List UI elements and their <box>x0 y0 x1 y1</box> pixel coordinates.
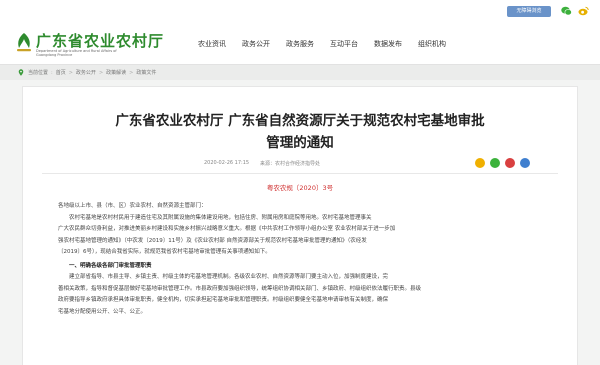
site-subtitle: Department of Agriculture and Rural Affa… <box>36 49 117 57</box>
section-1-line: 宅基地分配使用公开、公平、公正。 <box>58 308 147 315</box>
wechat-icon[interactable] <box>561 6 572 16</box>
site-header: 广东省农业农村厅 Department of Agriculture and R… <box>0 22 600 64</box>
paragraph-1-line: 〔2019〕6号），现结合我省实际，就规范我省农村宅基地审批管理有关事项通知如下… <box>58 249 271 255</box>
nav-item-gov-services[interactable]: 政务服务 <box>278 39 322 51</box>
paragraph-1-line: 强农村宅基地管理的通知》（中农发〔2019〕11号）及《农业农村部 自然资源部关… <box>58 237 367 244</box>
site-logo-icon[interactable] <box>14 31 34 53</box>
salutation: 各地级以上市、县（市、区）农业农村、自然资源主管部门： <box>58 203 207 209</box>
article-meta: 2020-02-26 17:15 来源：农村合作经济指导处 <box>0 158 600 168</box>
breadcrumb-bar: 当前位置 : 首页 > 政务公开 > 政策解读 > 政策文件 <box>0 64 600 80</box>
share-wechat-icon[interactable] <box>490 158 500 168</box>
share-qzone-icon[interactable] <box>475 158 485 168</box>
title-divider <box>42 173 558 174</box>
article-title: 广东省农业农村厅 广东省自然资源厅关于规范农村宅基地审批 管理的通知 <box>42 110 558 154</box>
nav-item-interaction[interactable]: 互动平台 <box>322 39 366 51</box>
breadcrumb-home[interactable]: 首页 <box>56 69 66 76</box>
breadcrumb-gov-affairs[interactable]: 政务公开 <box>76 69 96 76</box>
nav-item-gov-affairs[interactable]: 政务公开 <box>234 39 278 51</box>
share-weibo-icon[interactable] <box>505 158 515 168</box>
nav-item-data-release[interactable]: 数据发布 <box>366 39 410 51</box>
site-title[interactable]: 广东省农业农村厅 <box>36 30 164 51</box>
section-1-line: 政府要指导乡镇政府承担具体审批职责，健全机构，切实承担起宅基地审批和管理职责。村… <box>58 297 389 303</box>
breadcrumb-policy-interpretation[interactable]: 政策解读 <box>106 69 126 76</box>
nav-item-organization[interactable]: 组织机构 <box>410 39 454 51</box>
paragraph-1-line: 农村宅基地是农村村民用于建造住宅及其附属设施的集体建设用地，包括住房、附属用房和… <box>69 214 372 221</box>
location-pin-icon <box>18 69 24 76</box>
weibo-icon[interactable] <box>578 6 589 16</box>
section-1-line: 建立部省指导、市县主导、乡镇主责、村级主体的宅基地管理机制。各级农业农村、自然资… <box>69 274 389 280</box>
share-qq-icon[interactable] <box>520 158 530 168</box>
breadcrumb-label: 当前位置 <box>28 70 49 76</box>
nav-item-agri-news[interactable]: 农业资讯 <box>190 39 234 51</box>
article-source: 来源：农村合作经济指导处 <box>260 161 321 167</box>
article-title-line-2: 管理的通知 <box>266 135 334 151</box>
top-utility-bar: 无障碍浏览 <box>0 0 600 22</box>
site-subtitle-line-2: Guangdong Province <box>36 53 73 57</box>
article-body: 各地级以上市、县（市、区）农业农村、自然资源主管部门： 农村宅基地是农村村民用于… <box>58 201 548 318</box>
paragraph-1-line: 广大农民群众切身利益，对推进美丽乡村建设和实施乡村振兴战略意义重大。根据《中共农… <box>58 226 396 232</box>
document-number: 粤农农规〔2020〕3号 <box>266 184 334 192</box>
section-1-line: 善相关政策，指导和督促基层做好宅基地审批管理工作。市县政府要加强组织领导，统筹组… <box>58 285 422 292</box>
accessibility-badge[interactable]: 无障碍浏览 <box>507 6 551 17</box>
breadcrumb: 当前位置 : 首页 > 政务公开 > 政策解读 > 政策文件 <box>18 69 156 76</box>
publish-date: 2020-02-26 17:15 <box>204 160 250 166</box>
section-1-heading: 一、明确各级各部门审批管理职责 <box>69 262 152 269</box>
breadcrumb-policy-documents[interactable]: 政策文件 <box>136 69 156 76</box>
article-title-line-1: 广东省农业农村厅 广东省自然资源厅关于规范农村宅基地审批 <box>115 113 485 129</box>
main-nav: 农业资讯 政务公开 政务服务 互动平台 数据发布 组织机构 <box>190 39 454 51</box>
